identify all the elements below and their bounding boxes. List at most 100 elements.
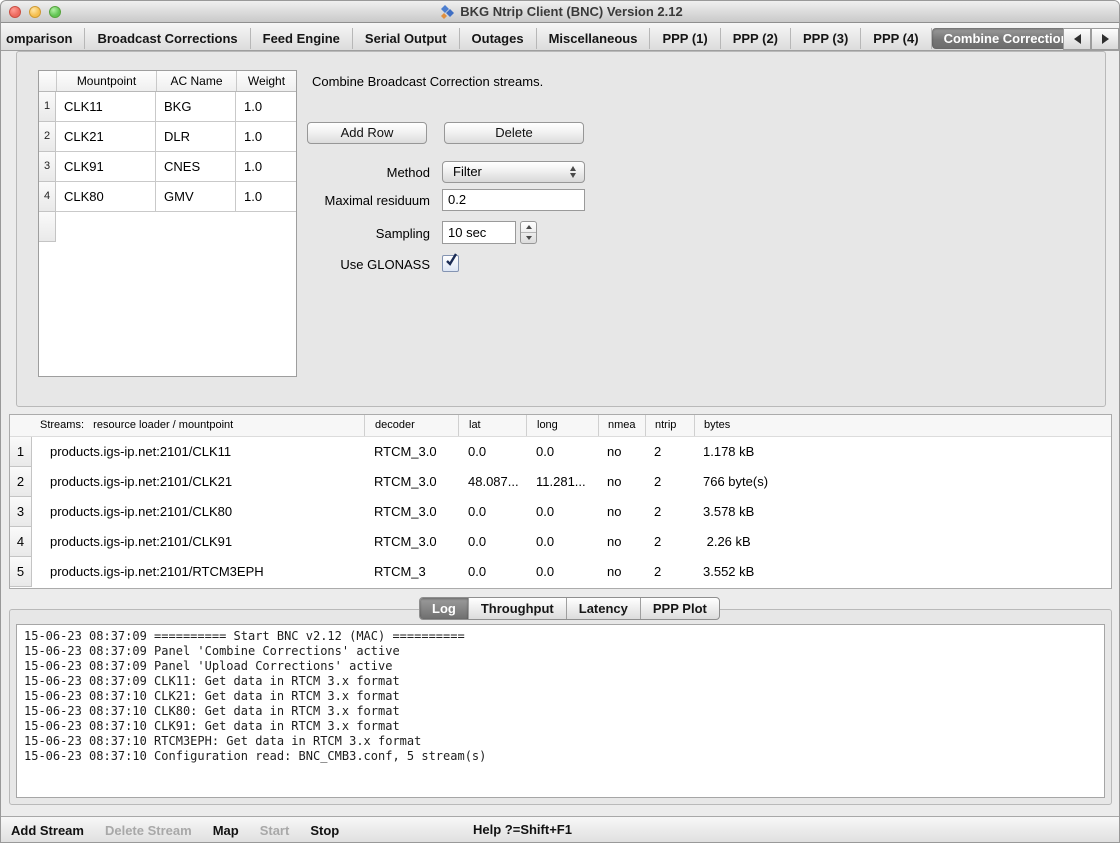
stepper-down-button[interactable] bbox=[521, 233, 536, 243]
combine-corrections-panel: Mountpoint AC Name Weight 1 CLK11 BKG 1.… bbox=[16, 51, 1106, 407]
cell-long: 0.0 bbox=[526, 557, 598, 587]
cell-stream-mountpoint: products.igs-ip.net:2101/CLK91 bbox=[32, 527, 364, 557]
cell-ntrip: 2 bbox=[645, 557, 694, 587]
cell-lat: 48.087... bbox=[458, 467, 526, 497]
toolbar-item-label: Delete Stream bbox=[105, 823, 192, 838]
log-tab[interactable]: PPP Plot bbox=[641, 598, 719, 619]
column-header-nmea: nmea bbox=[598, 415, 645, 436]
toolbar-item[interactable]: Delete Stream bbox=[105, 823, 192, 838]
stepper-up-button[interactable] bbox=[521, 222, 536, 233]
row-number: 4 bbox=[10, 527, 32, 557]
tab-scroll-right-button[interactable] bbox=[1091, 28, 1119, 50]
cell-weight[interactable]: 1.0 bbox=[236, 122, 296, 152]
table-row[interactable]: 2 CLK21 DLR 1.0 bbox=[39, 122, 296, 152]
main-tab[interactable]: Broadcast Corrections bbox=[85, 28, 250, 49]
main-tab[interactable]: Miscellaneous bbox=[537, 28, 651, 49]
use-glonass-label: Use GLONASS bbox=[277, 257, 430, 272]
tab-scrollers bbox=[1063, 28, 1119, 50]
app-icon bbox=[439, 4, 455, 20]
tab-label: omparison bbox=[6, 31, 72, 46]
cell-lat: 0.0 bbox=[458, 437, 526, 467]
row-number: 3 bbox=[39, 152, 56, 182]
cell-mountpoint[interactable]: CLK80 bbox=[56, 182, 156, 212]
corner-header bbox=[39, 71, 56, 91]
stream-row[interactable]: 4 products.igs-ip.net:2101/CLK91 RTCM_3.… bbox=[10, 527, 1111, 557]
mountpoint-table-body: 1 CLK11 BKG 1.0 2 CLK21 DLR 1.0 3 CLK91 … bbox=[39, 92, 296, 212]
table-row[interactable]: 3 CLK91 CNES 1.0 bbox=[39, 152, 296, 182]
table-row[interactable]: 1 CLK11 BKG 1.0 bbox=[39, 92, 296, 122]
cell-ntrip: 2 bbox=[645, 527, 694, 557]
toolbar-item[interactable]: Stop bbox=[310, 823, 339, 838]
arrow-up-icon bbox=[526, 225, 532, 229]
stream-row[interactable]: 1 products.igs-ip.net:2101/CLK11 RTCM_3.… bbox=[10, 437, 1111, 467]
cell-weight[interactable]: 1.0 bbox=[236, 92, 296, 122]
cell-long: 11.281... bbox=[526, 467, 598, 497]
log-panel: 15-06-23 08:37:09 ========== Start BNC v… bbox=[9, 609, 1112, 805]
table-row[interactable]: 4 CLK80 GMV 1.0 bbox=[39, 182, 296, 212]
zoom-button[interactable] bbox=[49, 6, 61, 18]
tab-scroll-left-button[interactable] bbox=[1063, 28, 1091, 50]
main-tab[interactable]: PPP (2) bbox=[721, 28, 791, 49]
main-tab[interactable]: PPP (1) bbox=[650, 28, 720, 49]
log-output: 15-06-23 08:37:09 ========== Start BNC v… bbox=[16, 624, 1105, 798]
cell-ntrip: 2 bbox=[645, 467, 694, 497]
cell-lat: 0.0 bbox=[458, 497, 526, 527]
cell-ac-name[interactable]: BKG bbox=[156, 92, 236, 122]
close-button[interactable] bbox=[9, 6, 21, 18]
minimize-button[interactable] bbox=[29, 6, 41, 18]
sampling-label: Sampling bbox=[277, 226, 430, 241]
log-line: 15-06-23 08:37:10 CLK80: Get data in RTC… bbox=[24, 704, 1097, 719]
log-tab[interactable]: Throughput bbox=[469, 598, 567, 619]
app-window: BKG Ntrip Client (BNC) Version 2.12 ompa… bbox=[0, 0, 1120, 843]
toolbar-item[interactable]: Start bbox=[260, 823, 290, 838]
column-header-decoder: decoder bbox=[364, 415, 458, 436]
method-select[interactable]: Filter bbox=[442, 161, 585, 183]
log-tab[interactable]: Latency bbox=[567, 598, 641, 619]
delete-button[interactable]: Delete bbox=[444, 122, 584, 144]
main-tab[interactable]: omparison bbox=[1, 28, 85, 49]
cell-mountpoint[interactable]: CLK91 bbox=[56, 152, 156, 182]
method-label: Method bbox=[277, 165, 430, 180]
main-tab[interactable]: PPP (3) bbox=[791, 28, 861, 49]
toolbar-item[interactable]: Add Stream bbox=[11, 823, 84, 838]
mountpoint-table: Mountpoint AC Name Weight 1 CLK11 BKG 1.… bbox=[38, 70, 297, 377]
main-tab[interactable]: Outages bbox=[460, 28, 537, 49]
maximal-residuum-input[interactable]: 0.2 bbox=[442, 189, 585, 211]
cell-ntrip: 2 bbox=[645, 497, 694, 527]
cell-ac-name[interactable]: GMV bbox=[156, 182, 236, 212]
log-tab-label: Latency bbox=[579, 601, 628, 616]
toolbar-item-label: Stop bbox=[310, 823, 339, 838]
add-row-button[interactable]: Add Row bbox=[307, 122, 427, 144]
main-tab[interactable]: PPP (4) bbox=[861, 28, 931, 49]
stream-row[interactable]: 2 products.igs-ip.net:2101/CLK21 RTCM_3.… bbox=[10, 467, 1111, 497]
streams-table-body: 1 products.igs-ip.net:2101/CLK11 RTCM_3.… bbox=[10, 437, 1111, 587]
main-tab[interactable]: Feed Engine bbox=[251, 28, 353, 49]
toolbar-item-label: Map bbox=[213, 823, 239, 838]
row-number: 2 bbox=[10, 467, 32, 497]
cell-ac-name[interactable]: DLR bbox=[156, 122, 236, 152]
cell-nmea: no bbox=[598, 467, 645, 497]
use-glonass-checkbox[interactable] bbox=[442, 255, 459, 272]
cell-ac-name[interactable]: CNES bbox=[156, 152, 236, 182]
log-tab[interactable]: Log bbox=[420, 598, 469, 619]
tab-label: Broadcast Corrections bbox=[97, 31, 237, 46]
stream-row[interactable]: 3 products.igs-ip.net:2101/CLK80 RTCM_3.… bbox=[10, 497, 1111, 527]
cell-decoder: RTCM_3.0 bbox=[364, 527, 458, 557]
tab-label: Feed Engine bbox=[263, 31, 340, 46]
cell-lat: 0.0 bbox=[458, 527, 526, 557]
stream-row[interactable]: 5 products.igs-ip.net:2101/RTCM3EPH RTCM… bbox=[10, 557, 1111, 587]
sampling-stepper[interactable] bbox=[520, 221, 537, 244]
log-line: 15-06-23 08:37:09 ========== Start BNC v… bbox=[24, 629, 1097, 644]
cell-nmea: no bbox=[598, 437, 645, 467]
log-tab-label: PPP Plot bbox=[653, 601, 707, 616]
row-number: 4 bbox=[39, 182, 56, 212]
main-tab[interactable]: Serial Output bbox=[353, 28, 460, 49]
toolbar-item[interactable]: Map bbox=[213, 823, 239, 838]
log-line: 15-06-23 08:37:10 CLK21: Get data in RTC… bbox=[24, 689, 1097, 704]
cell-mountpoint[interactable]: CLK11 bbox=[56, 92, 156, 122]
panel-description: Combine Broadcast Correction streams. bbox=[312, 74, 543, 89]
column-header-bytes: bytes bbox=[694, 415, 1111, 436]
cell-mountpoint[interactable]: CLK21 bbox=[56, 122, 156, 152]
sampling-input[interactable]: 10 sec bbox=[442, 221, 516, 244]
window-title: BKG Ntrip Client (BNC) Version 2.12 bbox=[460, 4, 682, 19]
